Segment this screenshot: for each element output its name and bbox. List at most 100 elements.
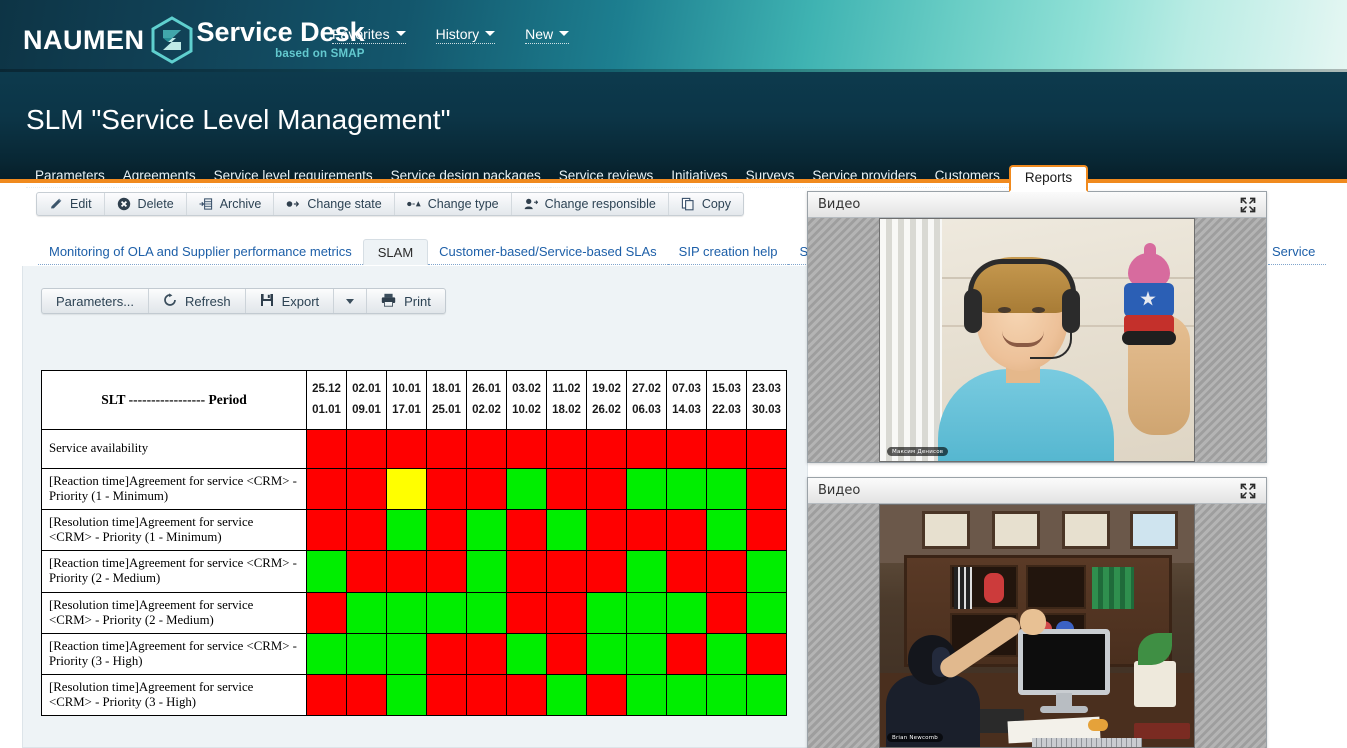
tab-agreements[interactable]: Agreements	[113, 166, 205, 188]
heatmap-cell[interactable]	[626, 591, 667, 634]
heatmap-cell[interactable]	[746, 632, 787, 675]
heatmap-cell[interactable]	[466, 591, 507, 634]
heatmap-cell[interactable]	[746, 550, 787, 593]
change-responsible-button[interactable]: Change responsible	[512, 193, 669, 215]
heatmap-cell[interactable]	[626, 550, 667, 593]
change-type-button[interactable]: Change type	[395, 193, 512, 215]
fullscreen-icon[interactable]	[1240, 483, 1256, 499]
tab-service-reviews[interactable]: Service reviews	[549, 166, 663, 188]
video-stream-1[interactable]: Максим Денисов	[879, 218, 1195, 462]
refresh-button[interactable]: Refresh	[149, 289, 246, 313]
heatmap-cell[interactable]	[706, 591, 747, 634]
heatmap-cell[interactable]	[666, 591, 707, 634]
heatmap-cell[interactable]	[346, 429, 387, 469]
parameters-button[interactable]: Parameters...	[42, 289, 150, 313]
heatmap-cell[interactable]	[666, 467, 707, 511]
brand-logo[interactable]: NAUMEN Service Desk based on SMAP	[23, 16, 365, 64]
heatmap-cell[interactable]	[306, 591, 347, 634]
heatmap-cell[interactable]	[506, 509, 547, 552]
heatmap-cell[interactable]	[466, 509, 507, 552]
topnav-history[interactable]: History	[435, 26, 496, 44]
heatmap-cell[interactable]	[306, 509, 347, 552]
fullscreen-icon[interactable]	[1240, 197, 1256, 213]
heatmap-cell[interactable]	[666, 550, 707, 593]
heatmap-cell[interactable]	[586, 467, 627, 511]
delete-button[interactable]: Delete	[105, 193, 187, 215]
heatmap-cell[interactable]	[506, 467, 547, 511]
heatmap-cell[interactable]	[706, 509, 747, 552]
heatmap-cell[interactable]	[506, 673, 547, 717]
heatmap-cell[interactable]	[666, 673, 707, 717]
heatmap-cell[interactable]	[666, 632, 707, 675]
heatmap-cell[interactable]	[746, 509, 787, 552]
tab-service-design-packages[interactable]: Service design packages	[381, 166, 550, 188]
heatmap-cell[interactable]	[586, 429, 627, 469]
change-state-button[interactable]: Change state	[274, 193, 395, 215]
archive-button[interactable]: Archive	[187, 193, 275, 215]
heatmap-cell[interactable]	[426, 591, 467, 634]
heatmap-cell[interactable]	[666, 509, 707, 552]
report-tab-sip-creation-help[interactable]: SIP creation help	[667, 239, 789, 265]
heatmap-cell[interactable]	[466, 632, 507, 675]
heatmap-cell[interactable]	[626, 509, 667, 552]
heatmap-cell[interactable]	[346, 467, 387, 511]
video-panel-2-body[interactable]: Brian Newcomb	[808, 504, 1266, 748]
report-tab-customer-service-slas[interactable]: Customer-based/Service-based SLAs	[428, 239, 668, 265]
heatmap-cell[interactable]	[546, 632, 587, 675]
heatmap-cell[interactable]	[586, 591, 627, 634]
heatmap-cell[interactable]	[306, 550, 347, 593]
heatmap-cell[interactable]	[506, 591, 547, 634]
heatmap-cell[interactable]	[306, 467, 347, 511]
topnav-favorites[interactable]: Favorites	[332, 26, 406, 44]
heatmap-cell[interactable]	[746, 467, 787, 511]
heatmap-cell[interactable]	[306, 429, 347, 469]
heatmap-cell[interactable]	[386, 509, 427, 552]
heatmap-cell[interactable]	[546, 429, 587, 469]
heatmap-cell[interactable]	[746, 429, 787, 469]
heatmap-cell[interactable]	[346, 632, 387, 675]
heatmap-cell[interactable]	[586, 550, 627, 593]
heatmap-cell[interactable]	[626, 429, 667, 469]
heatmap-cell[interactable]	[386, 429, 427, 469]
tab-parameters[interactable]: Parameters	[26, 166, 114, 188]
report-tab-service-label[interactable]: Service	[1268, 239, 1327, 265]
heatmap-cell[interactable]	[306, 632, 347, 675]
heatmap-cell[interactable]	[706, 550, 747, 593]
heatmap-cell[interactable]	[546, 591, 587, 634]
heatmap-cell[interactable]	[346, 550, 387, 593]
heatmap-cell[interactable]	[386, 467, 427, 511]
heatmap-cell[interactable]	[586, 632, 627, 675]
heatmap-cell[interactable]	[466, 429, 507, 469]
tab-service-level-requirements[interactable]: Service level requirements	[204, 166, 382, 188]
heatmap-cell[interactable]	[466, 550, 507, 593]
copy-button[interactable]: Copy	[669, 193, 743, 215]
heatmap-cell[interactable]	[346, 673, 387, 717]
export-dropdown-button[interactable]	[334, 289, 368, 313]
tab-initiatives[interactable]: Initiatives	[662, 166, 737, 188]
heatmap-cell[interactable]	[426, 673, 467, 717]
edit-button[interactable]: Edit	[37, 193, 105, 215]
heatmap-cell[interactable]	[626, 467, 667, 511]
tab-surveys[interactable]: Surveys	[736, 166, 804, 188]
heatmap-cell[interactable]	[546, 467, 587, 511]
heatmap-cell[interactable]	[586, 673, 627, 717]
heatmap-cell[interactable]	[546, 550, 587, 593]
heatmap-cell[interactable]	[506, 550, 547, 593]
heatmap-cell[interactable]	[386, 673, 427, 717]
heatmap-cell[interactable]	[346, 509, 387, 552]
heatmap-cell[interactable]	[666, 429, 707, 469]
heatmap-cell[interactable]	[746, 673, 787, 717]
heatmap-cell[interactable]	[346, 591, 387, 634]
report-tab-monitoring[interactable]: Monitoring of OLA and Supplier performan…	[38, 239, 363, 265]
heatmap-cell[interactable]	[386, 550, 427, 593]
heatmap-cell[interactable]	[546, 509, 587, 552]
heatmap-cell[interactable]	[426, 509, 467, 552]
tab-customers[interactable]: Customers	[925, 166, 1009, 188]
heatmap-cell[interactable]	[626, 673, 667, 717]
heatmap-cell[interactable]	[746, 591, 787, 634]
heatmap-cell[interactable]	[626, 632, 667, 675]
heatmap-cell[interactable]	[706, 632, 747, 675]
video-panel-1-body[interactable]: Максим Денисов	[808, 218, 1266, 462]
heatmap-cell[interactable]	[386, 632, 427, 675]
topnav-new[interactable]: New	[525, 26, 570, 44]
